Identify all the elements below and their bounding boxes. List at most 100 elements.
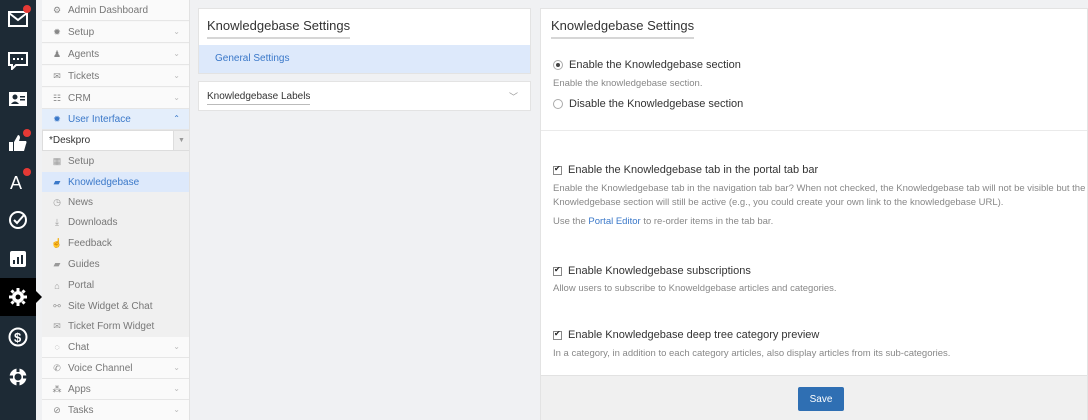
save-button[interactable]: Save — [798, 387, 844, 411]
knowledgebase-labels-item[interactable]: Knowledgebase Labels ﹀ — [198, 81, 531, 111]
option-description: Allow users to subscribe to Knoweldgebas… — [553, 283, 837, 294]
envelope-icon: ✉ — [53, 321, 61, 331]
disable-section-radio[interactable]: Disable the Knowledgebase section — [553, 98, 743, 110]
nav-chat[interactable]: ◌ Chat ⌄ — [42, 337, 189, 358]
caret-down-icon: ▼ — [173, 131, 189, 150]
thumbs-up-icon: ☝ — [51, 238, 63, 248]
option-description: Enable the Knowledgebase tab in the navi… — [553, 182, 1085, 210]
nav-label: Tickets — [68, 70, 100, 82]
nav-sub-setup[interactable]: ▦ Setup — [42, 151, 189, 172]
nav-label: Agents — [68, 48, 100, 60]
rail-chat-button[interactable] — [0, 42, 36, 80]
users-icon: ☷ — [52, 92, 62, 103]
brand-select[interactable]: *Deskpro ▼ — [42, 130, 189, 151]
nav-crm[interactable]: ☷ CRM ⌄ — [42, 88, 189, 109]
check-circle-icon: ⊘ — [53, 404, 61, 415]
lifebuoy-icon — [8, 367, 28, 387]
nav-label: Feedback — [68, 238, 112, 249]
nav-sub-knowledgebase[interactable]: ▰ Knowledgebase — [42, 172, 189, 193]
panel-title: Knowledgebase Settings — [551, 18, 695, 39]
dashboard-icon: ⚙ — [52, 4, 62, 15]
rail-reports-button[interactable] — [0, 240, 36, 278]
rail-admin-button[interactable] — [0, 278, 42, 316]
divider — [541, 130, 1087, 131]
option-label: Enable Knowledgebase deep tree category … — [568, 329, 820, 341]
checkbox-checked[interactable] — [553, 329, 562, 340]
nav-tasks[interactable]: ⊘ Tasks ⌄ — [42, 400, 189, 420]
download-icon: ⤓ — [55, 217, 59, 227]
note-text: Use the — [553, 216, 586, 227]
nav-sub-site-widget[interactable]: ⚯ Site Widget & Chat — [42, 296, 189, 317]
nav-admin-dashboard[interactable]: ⚙ Admin Dashboard — [42, 0, 189, 21]
rail-text-button[interactable]: A — [0, 163, 36, 201]
option-label: Enable the Knowledgebase section — [569, 59, 741, 71]
clock-icon: ◷ — [53, 197, 61, 207]
rail-tasks-button[interactable] — [0, 201, 36, 239]
description-line: Enable the Knowledgebase tab in the navi… — [553, 183, 1086, 194]
rail-crm-button[interactable] — [0, 80, 36, 118]
nav-voice-channel[interactable]: ✆ Voice Channel ⌄ — [42, 358, 189, 379]
nav-agents[interactable]: ♟ Agents ⌄ — [42, 44, 189, 65]
admin-sidebar: ⚙ Admin Dashboard ✹ Setup ⌄ ♟ Agents ⌄ ✉… — [42, 0, 190, 420]
subscriptions-checkbox[interactable]: Enable Knowledgebase subscriptions — [553, 265, 751, 277]
general-settings-item[interactable]: General Settings — [199, 45, 530, 73]
nav-label: Site Widget & Chat — [68, 301, 153, 312]
rail-feedback-button[interactable] — [0, 124, 36, 162]
nav-label: Downloads — [68, 217, 118, 228]
check-circle-icon — [9, 211, 27, 229]
radio-unchecked[interactable] — [553, 99, 563, 109]
form-footer: Save — [541, 375, 1087, 420]
apps-icon: ⁂ — [52, 383, 62, 394]
nav-label: Setup — [68, 156, 95, 167]
svg-text:$: $ — [14, 330, 22, 345]
settings-menu-panel: Knowledgebase Settings General Settings … — [198, 8, 531, 111]
panel-title: Knowledgebase Settings — [207, 18, 351, 39]
contact-card-icon — [9, 92, 27, 106]
nav-sub-portal[interactable]: ⌂ Portal — [42, 275, 189, 296]
rail-help-button[interactable] — [0, 358, 36, 396]
nav-apps[interactable]: ⁂ Apps ⌄ — [42, 379, 189, 400]
chevron-down-icon: ⌄ — [173, 363, 180, 372]
nav-sub-guides[interactable]: ▰ Guides — [42, 254, 189, 275]
nav-label: Voice Channel — [68, 362, 133, 374]
note-text: to re-order items in the tab bar. — [643, 216, 774, 227]
portal-editor-link[interactable]: Portal Editor — [588, 216, 640, 227]
nav-setup[interactable]: ✹ Setup ⌄ — [42, 22, 189, 43]
enable-section-radio[interactable]: Enable the Knowledgebase section — [553, 59, 741, 71]
user-icon: ♟ — [52, 48, 62, 59]
chevron-down-icon: ⌄ — [173, 71, 180, 80]
settings-menu-card: Knowledgebase Settings General Settings — [198, 8, 531, 74]
cog-icon: ✹ — [53, 113, 61, 124]
nav-label: Admin Dashboard — [68, 4, 149, 16]
chat-bubble-icon — [8, 52, 28, 70]
radio-checked[interactable] — [553, 60, 563, 70]
rail-billing-button[interactable]: $ — [0, 318, 36, 356]
option-label: Disable the Knowledgebase section — [569, 98, 744, 110]
cog-icon: ✹ — [53, 26, 61, 37]
nav-user-interface[interactable]: ✹ User Interface ⌃ — [42, 109, 189, 130]
sitemap-icon: ⚯ — [53, 301, 61, 311]
deep-tree-checkbox[interactable]: Enable Knowledgebase deep tree category … — [553, 329, 819, 341]
brand-select-value: *Deskpro — [49, 135, 91, 146]
nav-sub-news[interactable]: ◷ News — [42, 192, 189, 213]
option-label: Enable the Knowledgebase tab in the port… — [568, 164, 819, 176]
nav-tickets[interactable]: ✉ Tickets ⌄ — [42, 66, 189, 87]
checkbox-checked[interactable] — [553, 164, 562, 175]
nav-sub-downloads[interactable]: ⤓ Downloads — [42, 212, 189, 233]
notification-badge — [23, 5, 31, 13]
nav-label: Chat — [68, 341, 90, 353]
nav-sub-feedback[interactable]: ☝ Feedback — [42, 233, 189, 254]
rail-mail-button[interactable] — [0, 0, 36, 38]
phone-icon: ✆ — [53, 362, 61, 373]
checkbox-checked[interactable] — [553, 265, 562, 276]
panel-header: Knowledgebase Settings — [199, 9, 530, 45]
nav-label: CRM — [68, 92, 91, 104]
chevron-down-icon: ⌄ — [173, 27, 180, 36]
nav-label: Portal — [68, 280, 95, 291]
chevron-down-icon: ⌄ — [173, 342, 180, 351]
nav-sub-ticket-form-widget[interactable]: ✉ Ticket Form Widget — [42, 316, 189, 337]
nav-label: Apps — [68, 383, 91, 395]
tab-bar-checkbox[interactable]: Enable the Knowledgebase tab in the port… — [553, 164, 818, 176]
nav-label: Knowledgebase — [68, 177, 140, 188]
bar-chart-icon — [10, 251, 26, 267]
